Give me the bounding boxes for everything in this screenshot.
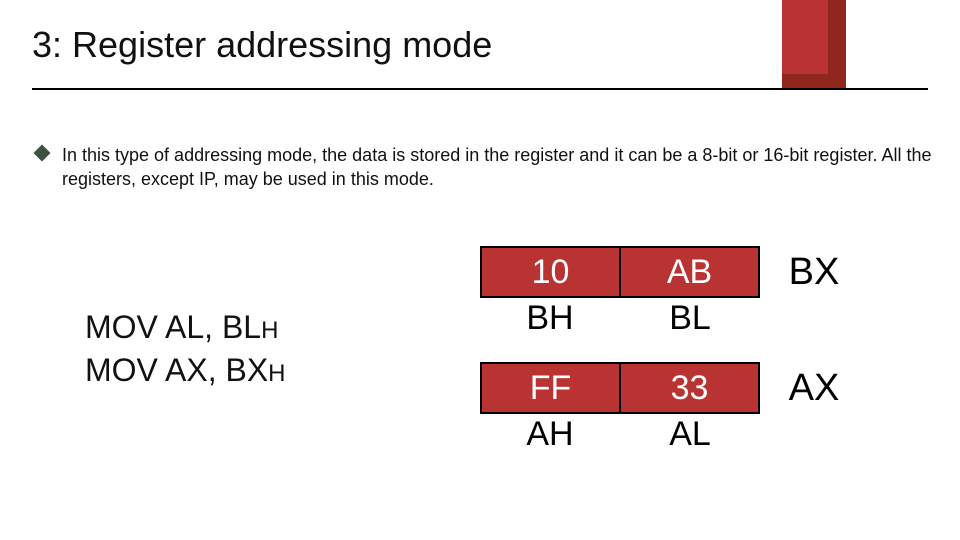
reg-bx-high-cell: 10	[480, 246, 620, 298]
instr2-suffix: H	[268, 360, 285, 387]
bullet-diamond-icon	[34, 145, 51, 162]
title-underline	[32, 88, 928, 90]
instr2-main: MOV AX, BX	[85, 352, 268, 388]
reg-ax-high-cell: FF	[480, 362, 620, 414]
reg-ax-low-cell: 33	[620, 362, 760, 414]
instr1-suffix: H	[261, 317, 278, 344]
reg-bx-high-label: BH	[480, 299, 620, 338]
accent-tab-inner	[782, 0, 828, 74]
instruction-line-1: MOV AL, BLH	[85, 306, 286, 349]
reg-ax-name: AX	[760, 367, 856, 410]
instruction-line-2: MOV AX, BXH	[85, 349, 286, 392]
register-diagram: 10 AB BX BH BL FF 33 AX AH AL	[480, 246, 856, 478]
instr1-main: MOV AL, BL	[85, 309, 261, 345]
bullet-text: In this type of addressing mode, the dat…	[62, 143, 932, 192]
register-row-ax: FF 33 AX AH AL	[480, 362, 856, 454]
bullet-item: In this type of addressing mode, the dat…	[36, 143, 932, 192]
reg-bx-low-label: BL	[620, 299, 760, 338]
reg-bx-low-cell: AB	[620, 246, 760, 298]
slide-title: 3: Register addressing mode	[32, 24, 492, 66]
instruction-block: MOV AL, BLH MOV AX, BXH	[85, 306, 286, 392]
reg-bx-name: BX	[760, 251, 856, 294]
register-row-bx: 10 AB BX BH BL	[480, 246, 856, 338]
reg-ax-low-label: AL	[620, 415, 760, 454]
reg-ax-high-label: AH	[480, 415, 620, 454]
